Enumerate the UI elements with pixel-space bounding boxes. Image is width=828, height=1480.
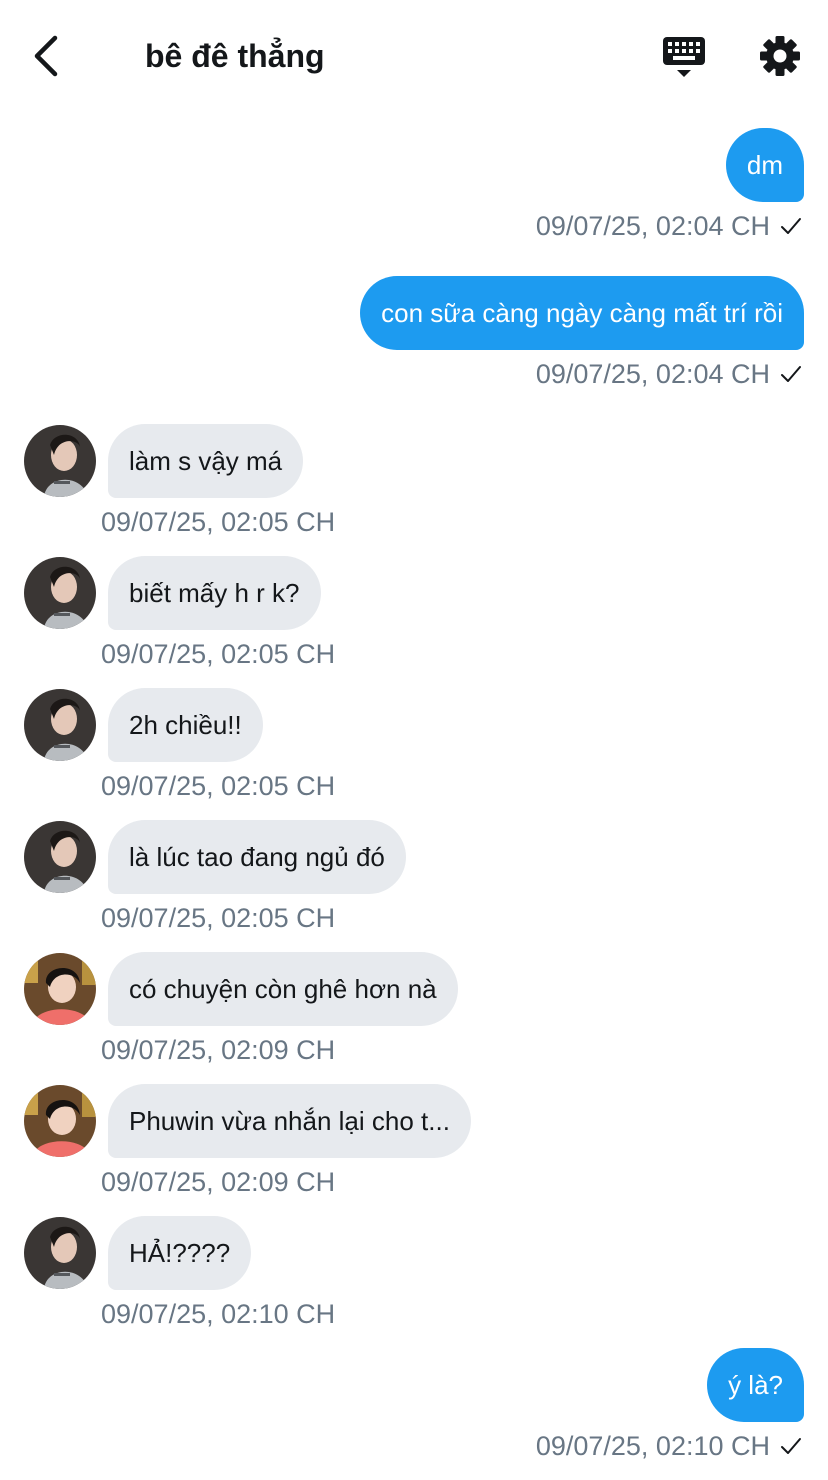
profile-photo-icon <box>24 1085 96 1157</box>
message-timestamp: 09/07/25, 02:05 CH <box>101 903 336 933</box>
message-timestamp: 09/07/25, 02:04 CH <box>536 210 804 242</box>
timestamp-text: 09/07/25, 02:10 CH <box>535 1431 770 1461</box>
back-button[interactable] <box>26 32 66 80</box>
avatar[interactable] <box>24 689 96 761</box>
incoming-message-bubble[interactable]: làm s vậy má <box>108 424 304 498</box>
incoming-message-bubble[interactable]: là lúc tao đang ngủ đó <box>108 820 406 894</box>
checkmark-icon <box>781 1438 801 1454</box>
message-timestamp: 09/07/25, 02:09 CH <box>101 1167 336 1197</box>
avatar[interactable] <box>24 953 96 1025</box>
profile-photo-icon <box>24 1217 96 1289</box>
profile-photo-icon <box>24 557 96 629</box>
keyboard-button[interactable] <box>660 34 708 80</box>
profile-photo-icon <box>24 821 96 893</box>
message-timestamp: 09/07/25, 02:09 CH <box>101 1035 336 1065</box>
outgoing-message-bubble[interactable]: dm <box>725 128 804 202</box>
avatar[interactable] <box>24 821 96 893</box>
gear-icon <box>760 36 800 76</box>
settings-button[interactable] <box>758 34 802 78</box>
avatar[interactable] <box>24 557 96 629</box>
message-timestamp: 09/07/25, 02:05 CH <box>101 639 336 669</box>
avatar[interactable] <box>24 425 96 497</box>
incoming-message-bubble[interactable]: Phuwin vừa nhắn lại cho t... <box>108 1084 471 1158</box>
outgoing-message-bubble[interactable]: ý là? <box>707 1348 804 1422</box>
checkmark-icon <box>781 218 801 234</box>
message-timestamp: 09/07/25, 02:04 CH <box>536 358 804 390</box>
message-timestamp: 09/07/25, 02:10 CH <box>536 1430 804 1462</box>
incoming-message-bubble[interactable]: có chuyện còn ghê hơn nà <box>108 952 458 1026</box>
chat-header: bê đê thẳng <box>0 0 828 112</box>
message-timestamp: 09/07/25, 02:05 CH <box>101 507 336 537</box>
timestamp-text: 09/07/25, 02:04 CH <box>535 359 770 389</box>
incoming-message-bubble[interactable]: biết mấy h r k? <box>108 556 321 630</box>
message-timestamp: 09/07/25, 02:05 CH <box>101 771 336 801</box>
avatar[interactable] <box>24 1085 96 1157</box>
chevron-left-icon <box>34 35 58 77</box>
outgoing-message-bubble[interactable]: con sữa càng ngày càng mất trí rồi <box>360 276 804 350</box>
incoming-message-bubble[interactable]: HẢ!???? <box>108 1216 252 1290</box>
keyboard-icon <box>663 37 705 77</box>
incoming-message-bubble[interactable]: 2h chiều!! <box>108 688 263 762</box>
profile-photo-icon <box>24 689 96 761</box>
avatar[interactable] <box>24 1217 96 1289</box>
profile-photo-icon <box>24 425 96 497</box>
conversation-title[interactable]: bê đê thẳng <box>145 36 325 76</box>
profile-photo-icon <box>24 953 96 1025</box>
message-timestamp: 09/07/25, 02:10 CH <box>101 1299 336 1329</box>
timestamp-text: 09/07/25, 02:04 CH <box>535 211 770 241</box>
checkmark-icon <box>781 366 801 382</box>
